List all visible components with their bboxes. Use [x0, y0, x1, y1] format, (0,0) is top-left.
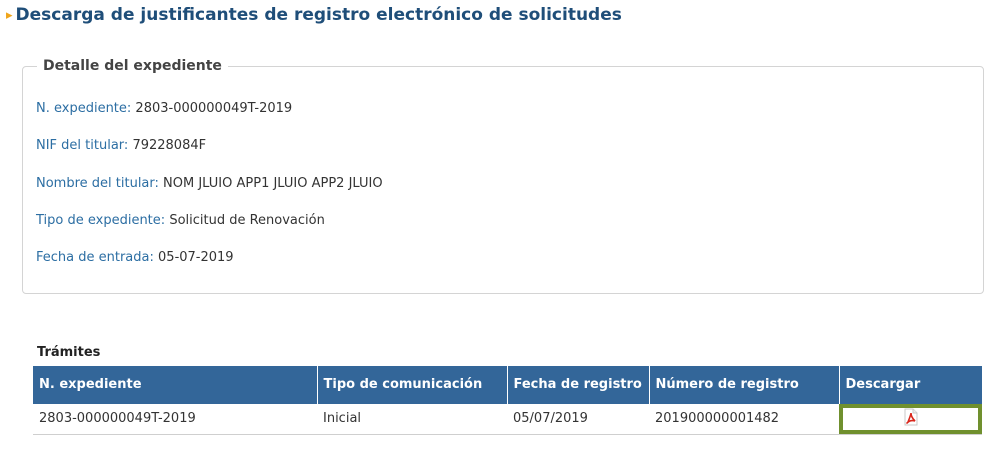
page-title: ▸ Descarga de justificantes de registro e…: [6, 3, 622, 27]
detail-row-expediente: N. expediente: 2803-000000049T-2019: [36, 100, 292, 118]
detail-label: Tipo de expediente:: [36, 213, 166, 228]
chevron-right-icon: ▸: [6, 8, 13, 23]
cell-expediente: 2803-000000049T-2019: [33, 404, 317, 435]
page-title-text: Descarga de justificantes de registro el…: [15, 5, 622, 25]
column-header-expediente: N. expediente: [33, 366, 318, 404]
table-row: 2803-000000049T-2019 Inicial 05/07/2019 …: [33, 404, 982, 435]
detail-label: Nombre del titular:: [36, 176, 159, 191]
column-header-tipo: Tipo de comunicación: [317, 366, 508, 404]
tramites-title: Trámites: [37, 345, 101, 360]
detail-label: Fecha de entrada:: [36, 250, 154, 265]
detail-row-tipo: Tipo de expediente: Solicitud de Renovac…: [36, 212, 325, 230]
detail-legend: Detalle del expediente: [37, 56, 228, 76]
detail-value: 2803-000000049T-2019: [135, 101, 293, 116]
detail-row-nombre: Nombre del titular: NOM JLUIO APP1 JLUIO…: [36, 175, 383, 193]
detail-value: Solicitud de Renovación: [169, 213, 325, 228]
table-header-row: N. expediente Tipo de comunicación Fecha…: [33, 366, 982, 404]
tramites-table: N. expediente Tipo de comunicación Fecha…: [33, 366, 982, 435]
cell-fecha: 05/07/2019: [507, 404, 649, 435]
cell-tipo: Inicial: [317, 404, 507, 435]
detail-label: N. expediente:: [36, 101, 132, 116]
detail-value: 05-07-2019: [158, 250, 234, 265]
cell-numero: 201900000001482: [649, 404, 839, 435]
column-header-fecha: Fecha de registro: [507, 366, 650, 404]
detail-value: 79228084F: [132, 138, 207, 153]
detail-value: NOM JLUIO APP1 JLUIO APP2 JLUIO: [163, 176, 383, 191]
pdf-icon[interactable]: [903, 408, 919, 430]
detail-row-fecha: Fecha de entrada: 05-07-2019: [36, 249, 234, 267]
download-cell[interactable]: [839, 404, 982, 435]
detail-row-nif: NIF del titular: 79228084F: [36, 137, 206, 155]
column-header-descargar: Descargar: [839, 366, 982, 404]
detail-label: NIF del titular:: [36, 138, 129, 153]
detail-fieldset: Detalle del expediente N. expediente: 28…: [22, 56, 984, 294]
column-header-numero: Número de registro: [649, 366, 840, 404]
